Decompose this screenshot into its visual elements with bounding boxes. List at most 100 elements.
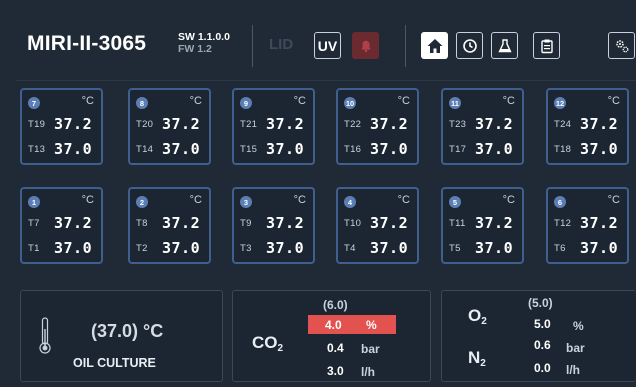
sensor-value: 37.0 xyxy=(162,239,201,257)
tile-row-upper: T10 37.2 xyxy=(344,214,416,232)
sensor-value: 37.2 xyxy=(54,214,93,232)
sensor-tile[interactable]: 4 °C T10 37.2 T4 37.0 xyxy=(336,187,419,264)
sensor-value: 37.2 xyxy=(266,115,305,133)
sensor-name: T3 xyxy=(240,243,252,254)
tile-row-lower: T17 37.0 xyxy=(449,140,521,158)
co2-alert-highlight xyxy=(308,315,396,334)
version-info: SW 1.1.0.0 FW 1.2 xyxy=(178,31,230,55)
sensor-tile[interactable]: 3 °C T9 37.2 T3 37.0 xyxy=(232,187,315,264)
oil-culture-panel[interactable]: (37.0) °C OIL CULTURE xyxy=(20,290,223,382)
sensor-tile[interactable]: 12 °C T24 37.2 T18 37.0 xyxy=(546,88,629,165)
sensor-name: T8 xyxy=(136,218,148,229)
tile-row-lower: T16 37.0 xyxy=(344,140,416,158)
sensor-name: T20 xyxy=(136,119,154,130)
sensor-value: 37.0 xyxy=(266,140,305,158)
tile-row-lower: T5 37.0 xyxy=(449,239,521,257)
co2-pressure: 0.4 xyxy=(327,341,344,355)
sensor-name: T14 xyxy=(136,144,154,155)
sensor-name: T24 xyxy=(554,119,572,130)
o2-setpoint: (5.0) xyxy=(528,296,553,310)
co2-label: CO2 xyxy=(252,333,283,354)
settings-button[interactable] xyxy=(608,32,635,59)
alarm-button[interactable] xyxy=(352,32,379,59)
sensor-name: T5 xyxy=(449,243,461,254)
sensor-value: 37.2 xyxy=(162,115,201,133)
header-divider-2 xyxy=(405,25,406,67)
sensor-tile[interactable]: 11 °C T23 37.2 T17 37.0 xyxy=(441,88,524,165)
tile-unit: °C xyxy=(189,95,202,107)
tile-row-lower: T15 37.0 xyxy=(240,140,312,158)
tile-row-lower: T6 37.0 xyxy=(554,239,626,257)
n2-gas-name: N xyxy=(468,348,481,367)
sensor-name: T21 xyxy=(240,119,258,130)
sensor-value: 37.0 xyxy=(266,239,305,257)
tile-unit: °C xyxy=(189,194,202,206)
home-button[interactable] xyxy=(421,32,448,59)
sensor-name: T2 xyxy=(136,243,148,254)
tile-row-lower: T1 37.0 xyxy=(28,239,100,257)
tile-row-upper: T20 37.2 xyxy=(136,115,208,133)
o2-pressure-unit: bar xyxy=(566,341,585,355)
tile-row-lower: T14 37.0 xyxy=(136,140,208,158)
oil-temperature: (37.0) °C xyxy=(91,321,164,341)
sensor-tile[interactable]: 6 °C T12 37.2 T6 37.0 xyxy=(546,187,629,264)
tile-row-upper: T12 37.2 xyxy=(554,214,626,232)
sensor-value: 37.2 xyxy=(580,115,619,133)
sensor-name: T16 xyxy=(344,144,362,155)
sensor-value: 37.0 xyxy=(54,239,93,257)
n2-flow: 0.0 xyxy=(534,361,551,375)
sensor-name: T4 xyxy=(344,243,356,254)
tile-number-badge: 11 xyxy=(449,97,461,109)
tile-number-badge: 3 xyxy=(240,196,252,208)
sensor-tile[interactable]: 8 °C T20 37.2 T14 37.0 xyxy=(128,88,211,165)
sensor-value: 37.2 xyxy=(266,214,305,232)
alarm-bell-icon xyxy=(360,40,371,52)
co2-gas-name: CO xyxy=(252,333,278,352)
sensor-tile[interactable]: 10 °C T22 37.2 T16 37.0 xyxy=(336,88,419,165)
sensor-name: T9 xyxy=(240,218,252,229)
lid-indicator: LID xyxy=(269,36,294,53)
device-name: MIRI-II-3065 xyxy=(27,32,147,55)
tile-row-upper: T22 37.2 xyxy=(344,115,416,133)
tile-unit: °C xyxy=(293,95,306,107)
tile-row-lower: T13 37.0 xyxy=(28,140,100,158)
sensor-tile[interactable]: 9 °C T21 37.2 T15 37.0 xyxy=(232,88,315,165)
o2-subscript: 2 xyxy=(481,316,487,327)
flask-button[interactable] xyxy=(491,32,518,59)
n2-flow-unit: l/h xyxy=(566,363,580,377)
tile-row-lower: T18 37.0 xyxy=(554,140,626,158)
sensor-tile[interactable]: 2 °C T8 37.2 T2 37.0 xyxy=(128,187,211,264)
tile-number-badge: 2 xyxy=(136,196,148,208)
tile-row-upper: T9 37.2 xyxy=(240,214,312,232)
tile-row-lower: T4 37.0 xyxy=(344,239,416,257)
sensor-value: 37.2 xyxy=(475,115,514,133)
sensor-tile[interactable]: 5 °C T11 37.2 T5 37.0 xyxy=(441,187,524,264)
tile-number-badge: 1 xyxy=(28,196,40,208)
sensor-tile[interactable]: 7 °C T19 37.2 T13 37.0 xyxy=(20,88,103,165)
co2-subscript: 2 xyxy=(277,343,284,354)
sensor-value: 37.0 xyxy=(580,239,619,257)
sensor-value: 37.0 xyxy=(370,239,409,257)
sensor-tile[interactable]: 1 °C T7 37.2 T1 37.0 xyxy=(20,187,103,264)
header-divider xyxy=(252,25,253,67)
uv-label: UV xyxy=(317,37,338,54)
sensor-value: 37.0 xyxy=(54,140,93,158)
tile-unit: °C xyxy=(502,95,515,107)
tile-unit: °C xyxy=(293,194,306,206)
tile-row-upper: T7 37.2 xyxy=(28,214,100,232)
clipboard-button[interactable] xyxy=(533,32,560,59)
sensor-value: 37.2 xyxy=(580,214,619,232)
sensor-value: 37.0 xyxy=(475,140,514,158)
tile-unit: °C xyxy=(81,194,94,206)
sensor-name: T23 xyxy=(449,119,467,130)
tile-row-upper: T11 37.2 xyxy=(449,214,521,232)
header-separator xyxy=(16,80,636,81)
uv-button[interactable]: UV xyxy=(314,32,341,59)
sensor-value: 37.0 xyxy=(475,239,514,257)
sensor-name: T1 xyxy=(28,243,40,254)
co2-flow: 3.0 xyxy=(327,364,344,378)
thermometer-icon xyxy=(39,317,51,354)
timer-button[interactable] xyxy=(456,32,483,59)
timer-icon xyxy=(462,38,477,53)
sensor-value: 37.2 xyxy=(162,214,201,232)
